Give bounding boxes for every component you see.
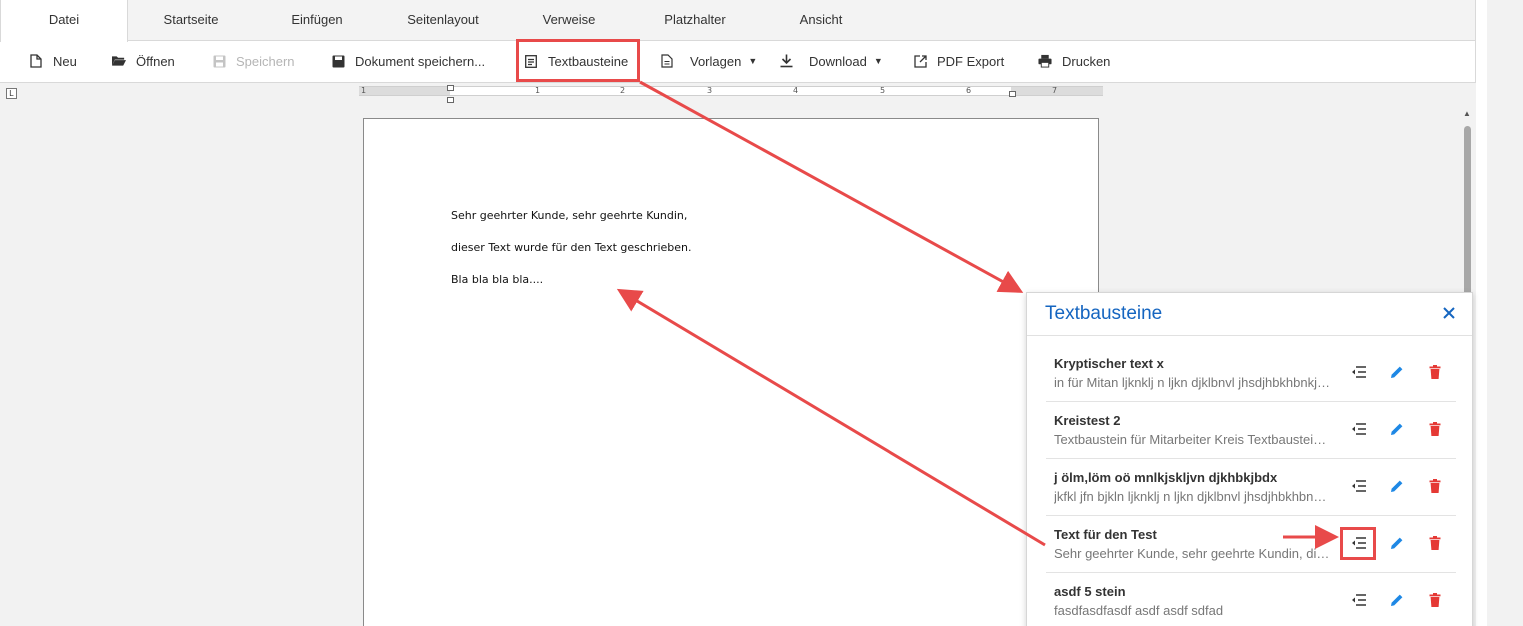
open-label: Öffnen — [136, 53, 175, 69]
item-title: Text für den Test — [1054, 527, 1157, 542]
app-window: Datei Startseite Einfügen Seitenlayout V… — [0, 0, 1523, 626]
pdf-export-button[interactable]: PDF Export — [913, 41, 1004, 81]
save-document-button[interactable]: Dokument speichern... — [331, 41, 485, 81]
tab-platzhalter[interactable]: Platzhalter — [632, 0, 758, 41]
item-preview: in für Mitan ljknklj n ljkn djklbnvl jhs… — [1054, 375, 1331, 390]
tab-ansicht[interactable]: Ansicht — [758, 0, 884, 41]
item-preview: Textbaustein für Mitarbeiter Kreis Textb… — [1054, 432, 1331, 447]
ruler-number: 6 — [966, 86, 972, 95]
item-preview: jkfkl jfn bjkln ljknklj n ljkn djklbnvl … — [1054, 489, 1331, 504]
list-item[interactable]: Kryptischer text x in für Mitan ljknklj … — [1046, 345, 1456, 402]
caret-down-icon: ▼ — [748, 56, 758, 66]
insert-lines-icon[interactable] — [1350, 534, 1368, 552]
left-indent-marker[interactable] — [447, 97, 454, 103]
trash-icon[interactable] — [1426, 534, 1444, 552]
pencil-icon[interactable] — [1388, 477, 1406, 495]
tab-seitenlayout[interactable]: Seitenlayout — [380, 0, 506, 41]
pdf-export-label: PDF Export — [937, 53, 1005, 69]
ruler-margin-left — [359, 87, 450, 95]
panel-header: Textbausteine — [1027, 293, 1472, 336]
list-item[interactable]: Kreistest 2 Textbaustein für Mitarbeiter… — [1046, 402, 1456, 459]
insert-lines-icon[interactable] — [1350, 477, 1368, 495]
tab-einfuegen[interactable]: Einfügen — [254, 0, 380, 41]
trash-icon[interactable] — [1426, 591, 1444, 609]
close-icon[interactable] — [1440, 304, 1458, 322]
ruler-number: 4 — [793, 86, 799, 95]
trash-icon[interactable] — [1426, 420, 1444, 438]
list-item[interactable]: asdf 5 stein fasdfasdfasdf asdf asdf sdf… — [1046, 573, 1456, 626]
ruler-number: 1 — [535, 86, 541, 95]
tab-datei[interactable]: Datei — [0, 0, 128, 42]
first-line-indent-marker[interactable] — [447, 85, 454, 91]
save-document-icon — [331, 54, 345, 68]
right-indent-marker[interactable] — [1009, 91, 1016, 97]
document-line[interactable]: Sehr geehrter Kunde, sehr geehrte Kundin… — [451, 209, 687, 222]
text-blocks-icon — [524, 54, 538, 68]
document-line[interactable]: Bla bla bla bla.... — [451, 273, 543, 286]
ruler-number: 1 — [361, 86, 367, 95]
trash-icon[interactable] — [1426, 363, 1444, 381]
item-title: asdf 5 stein — [1054, 584, 1126, 599]
tab-verweise[interactable]: Verweise — [506, 0, 632, 41]
save-button[interactable]: Speichern — [212, 41, 295, 81]
export-icon — [913, 54, 927, 68]
pencil-icon[interactable] — [1388, 363, 1406, 381]
scroll-up-arrow-icon[interactable]: ▲ — [1463, 109, 1471, 118]
new-button[interactable]: Neu — [29, 41, 77, 81]
document-page[interactable]: Sehr geehrter Kunde, sehr geehrte Kundin… — [363, 118, 1099, 626]
print-button[interactable]: Drucken — [1038, 41, 1110, 81]
printer-icon — [1038, 54, 1052, 68]
ruler-number: 3 — [707, 86, 713, 95]
item-preview: fasdfasdfasdf asdf asdf sdfad — [1054, 603, 1224, 618]
download-label: Download — [809, 53, 867, 69]
download-icon — [779, 54, 793, 68]
floppy-disk-icon — [212, 54, 226, 68]
item-preview: Sehr geehrter Kunde, sehr geehrte Kundin… — [1054, 546, 1331, 561]
new-document-icon — [29, 54, 43, 68]
pencil-icon[interactable] — [1388, 591, 1406, 609]
text-blocks-label: Textbausteine — [548, 53, 629, 69]
download-button[interactable]: Download ▼ — [779, 41, 883, 81]
print-label: Drucken — [1062, 53, 1111, 69]
insert-lines-icon[interactable] — [1350, 591, 1368, 609]
templates-label: Vorlagen — [690, 53, 742, 69]
tab-startseite[interactable]: Startseite — [128, 0, 254, 41]
horizontal-ruler[interactable]: 1 1 2 3 4 5 6 7 — [359, 86, 1103, 96]
templates-button[interactable]: Vorlagen ▼ — [660, 41, 757, 81]
open-button[interactable]: Öffnen — [112, 41, 175, 81]
item-title: j ölm,löm oö mnlkjskljvn djkhbkjbdx — [1054, 470, 1278, 485]
tab-stop-selector[interactable]: L — [6, 88, 17, 99]
ruler-number: 7 — [1052, 86, 1058, 95]
list-item[interactable]: j ölm,löm oö mnlkjskljvn djkhbkjbdx jkfk… — [1046, 459, 1456, 516]
list-item[interactable]: Text für den Test Sehr geehrter Kunde, s… — [1046, 516, 1456, 573]
ribbon-tabbar: Datei Startseite Einfügen Seitenlayout V… — [0, 0, 1476, 42]
item-title: Kryptischer text x — [1054, 356, 1164, 371]
item-title: Kreistest 2 — [1054, 413, 1121, 428]
outer-background — [1487, 0, 1523, 626]
save-document-label: Dokument speichern... — [355, 53, 486, 69]
ruler-number: 2 — [620, 86, 626, 95]
panel-title: Textbausteine — [1045, 303, 1163, 324]
text-blocks-panel: Textbausteine Kryptischer text x in für … — [1026, 292, 1473, 626]
new-label: Neu — [53, 53, 77, 69]
trash-icon[interactable] — [1426, 477, 1444, 495]
ruler-number: 5 — [880, 86, 886, 95]
toolbar: Neu Öffnen Speichern Dokument speichern.… — [0, 41, 1476, 83]
pencil-icon[interactable] — [1388, 534, 1406, 552]
text-blocks-button[interactable]: Textbausteine — [524, 41, 628, 81]
template-icon — [660, 54, 674, 68]
folder-open-icon — [112, 54, 126, 68]
insert-lines-icon[interactable] — [1350, 363, 1368, 381]
pencil-icon[interactable] — [1388, 420, 1406, 438]
caret-down-icon: ▼ — [873, 56, 883, 66]
insert-lines-icon[interactable] — [1350, 420, 1368, 438]
document-line[interactable]: dieser Text wurde für den Text geschrieb… — [451, 241, 692, 254]
save-label: Speichern — [236, 53, 295, 69]
